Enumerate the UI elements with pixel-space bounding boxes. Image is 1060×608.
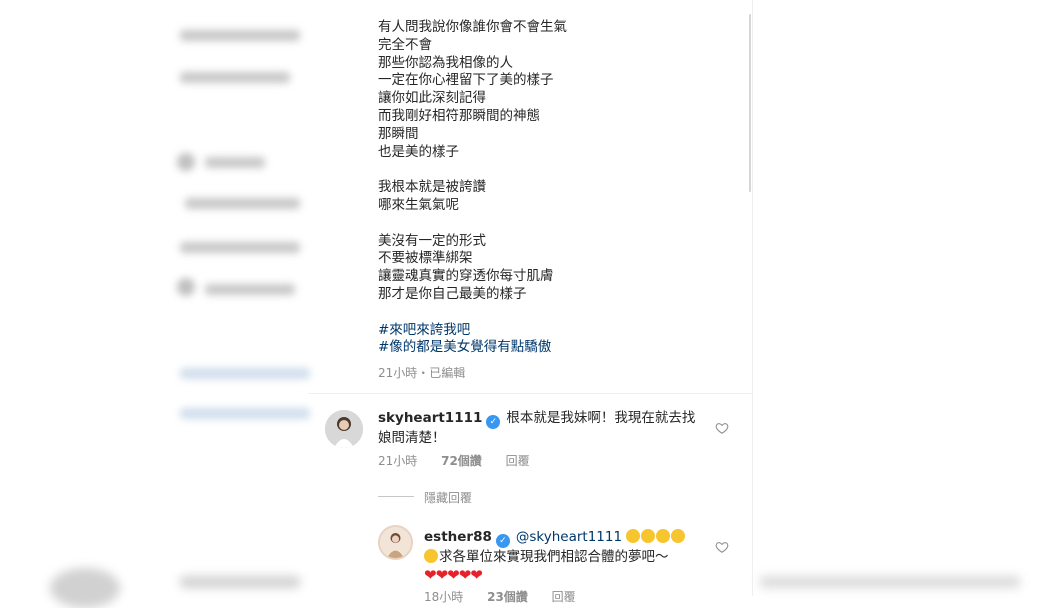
hashtag-link[interactable]: #像的都是美女覺得有點驕傲 bbox=[378, 339, 738, 357]
reply-body: esther88 ✓ @skyheart1111 求各單位來實現我們相認合體的夢吧～… bbox=[424, 528, 714, 585]
post-caption: 有人問我說你像誰你會不會生氣 完全不會 那些你認為我相像的人 一定在你心裡留下了… bbox=[378, 19, 738, 357]
caption-line: 不要被標準綁架 bbox=[378, 250, 473, 267]
hide-replies-button[interactable]: 隱藏回覆 bbox=[424, 489, 472, 506]
reply-meta: 18小時 23個讚 回覆 bbox=[424, 588, 576, 605]
caption-line: 我根本就是被誇讚 bbox=[378, 179, 486, 196]
mention-link[interactable]: @skyheart1111 bbox=[516, 529, 622, 545]
caption-line: 一定在你心裡留下了美的樣子 bbox=[378, 72, 554, 89]
avatar-image bbox=[380, 527, 411, 558]
comment-text: 根本就是我妹啊！我現在就去找 bbox=[506, 410, 696, 426]
reply-button[interactable]: 回覆 bbox=[506, 454, 530, 468]
avatar[interactable] bbox=[378, 525, 413, 560]
comment-time[interactable]: 21小時 bbox=[378, 454, 417, 468]
caption-line: 而我剛好相符那瞬間的神態 bbox=[378, 107, 540, 124]
avatar[interactable] bbox=[325, 410, 363, 448]
caption-line: 哪來生氣氣呢 bbox=[378, 196, 459, 213]
avatar-image bbox=[325, 410, 363, 448]
red-hearts-emoji: ❤❤❤❤❤ bbox=[424, 566, 483, 584]
reply-button[interactable]: 回覆 bbox=[552, 590, 576, 604]
verified-badge-icon: ✓ bbox=[495, 534, 510, 548]
reply-time[interactable]: 18小時 bbox=[424, 590, 463, 604]
reply-likes[interactable]: 23個讚 bbox=[487, 590, 528, 604]
caption-line: 那些你認為我相像的人 bbox=[378, 54, 513, 71]
like-heart-icon[interactable] bbox=[715, 421, 729, 435]
reply-username[interactable]: esther88 bbox=[424, 529, 492, 545]
reply-text: 求各單位來實現我們相認合體的夢吧～ bbox=[439, 549, 669, 565]
caption-line: 那才是你自己最美的樣子 bbox=[378, 285, 527, 302]
laughing-emoji-icon bbox=[626, 529, 686, 545]
panel-divider bbox=[752, 0, 753, 596]
comment-meta: 21小時 72個讚 回覆 bbox=[378, 452, 530, 469]
caption-line: 讓你如此深刻記得 bbox=[378, 90, 486, 107]
hashtag-link[interactable]: #來吧來誇我吧 bbox=[378, 322, 738, 340]
caption-line: 也是美的樣子 bbox=[378, 143, 459, 160]
caption-line: 讓靈魂真實的穿透你每寸肌膚 bbox=[378, 268, 554, 285]
scrollbar[interactable] bbox=[749, 14, 751, 192]
comment-username[interactable]: skyheart1111 bbox=[378, 410, 482, 426]
comment-body: skyheart1111 ✓ 根本就是我妹啊！我現在就去找 娘問清楚！ bbox=[378, 409, 708, 447]
caption-line: 完全不會 bbox=[378, 36, 432, 53]
verified-badge-icon: ✓ bbox=[486, 415, 501, 429]
hide-replies-line bbox=[378, 496, 414, 497]
caption-line: 那瞬間 bbox=[378, 125, 419, 142]
laughing-emoji-icon bbox=[424, 549, 438, 563]
comment-likes[interactable]: 72個讚 bbox=[441, 454, 482, 468]
like-heart-icon[interactable] bbox=[715, 540, 729, 554]
caption-line: 有人問我說你像誰你會不會生氣 bbox=[378, 19, 567, 35]
blurred-comments-left bbox=[165, 0, 310, 596]
caption-timestamp[interactable]: 21小時・已編輯 bbox=[378, 364, 465, 381]
caption-line: 美沒有一定的形式 bbox=[378, 232, 486, 249]
comment-text: 娘問清楚！ bbox=[378, 430, 446, 446]
divider bbox=[308, 393, 752, 394]
